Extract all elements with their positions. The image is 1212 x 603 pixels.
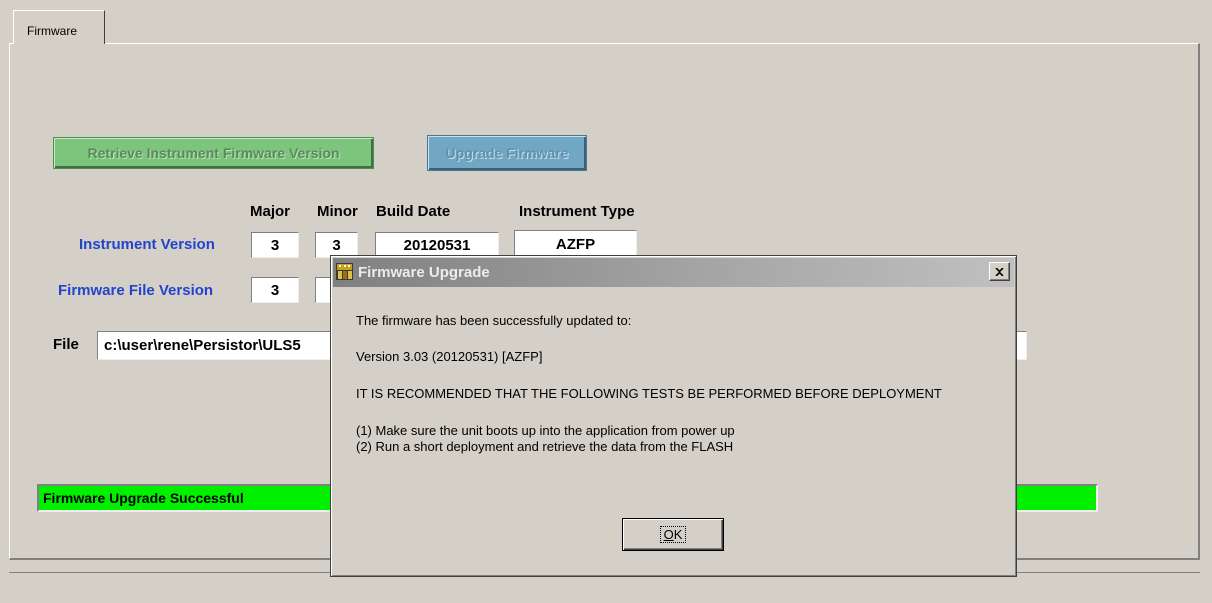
- header-instrument-type: Instrument Type: [519, 203, 635, 220]
- ok-button-label: OK: [659, 526, 687, 543]
- instrument-type-field: AZFP: [514, 230, 637, 258]
- header-major: Major: [250, 203, 291, 220]
- instrument-major-field: 3: [251, 232, 299, 258]
- file-label: File: [53, 336, 79, 353]
- retrieve-firmware-version-button[interactable]: Retrieve Instrument Firmware Version: [53, 137, 374, 169]
- dialog-message-line-1: The firmware has been successfully updat…: [356, 313, 632, 328]
- close-button[interactable]: [989, 262, 1010, 281]
- dialog-titlebar[interactable]: Firmware Upgrade: [333, 258, 1014, 287]
- firmware-major-field: 3: [251, 277, 299, 303]
- app-icon: [336, 263, 353, 280]
- header-build-date: Build Date: [376, 203, 451, 220]
- upgrade-firmware-button[interactable]: Upgrade Firmware: [427, 135, 587, 171]
- dialog-title: Firmware Upgrade: [358, 264, 490, 281]
- instrument-version-label: Instrument Version: [79, 236, 215, 253]
- dialog-message-line-2: Version 3.03 (20120531) [AZFP]: [356, 349, 543, 364]
- dialog-message-line-3: IT IS RECOMMENDED THAT THE FOLLOWING TES…: [356, 386, 942, 401]
- header-minor: Minor: [317, 203, 358, 220]
- tab-firmware-label: Firmware: [27, 24, 77, 38]
- ok-button[interactable]: OK: [622, 518, 724, 551]
- dialog-message-line-5: (2) Run a short deployment and retrieve …: [356, 439, 734, 454]
- tab-firmware[interactable]: Firmware: [13, 10, 105, 44]
- firmware-upgrade-dialog: Firmware Upgrade The firmware has been s…: [330, 255, 1017, 577]
- dialog-message-line-4: (1) Make sure the unit boots up into the…: [356, 423, 735, 438]
- firmware-file-version-label: Firmware File Version: [58, 282, 214, 299]
- close-icon: [995, 267, 1004, 276]
